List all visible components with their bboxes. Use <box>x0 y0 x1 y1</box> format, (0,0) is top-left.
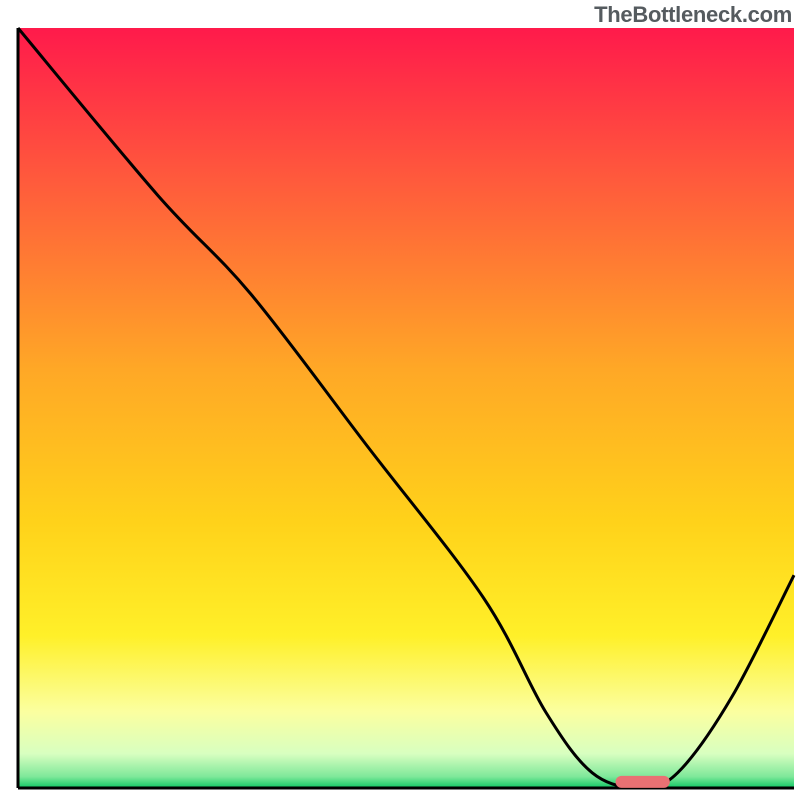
optimal-marker <box>616 776 670 788</box>
plot-background <box>18 28 794 788</box>
bottleneck-chart <box>0 0 800 800</box>
chart-container: { "watermark": "TheBottleneck.com", "cha… <box>0 0 800 800</box>
